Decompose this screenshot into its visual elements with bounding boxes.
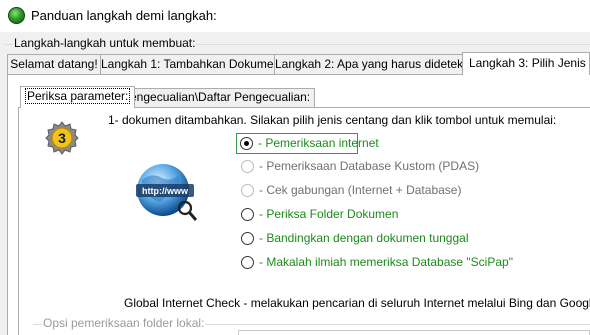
option-label: - Bandingkan dengan dokumen tunggal — [259, 231, 469, 245]
option-label: - Cek gabungan (Internet + Database) — [259, 183, 462, 197]
steps-group-label: Langkah-langkah untuk membuat: — [13, 36, 197, 50]
radio-button[interactable] — [241, 232, 254, 245]
radio-button — [241, 184, 254, 197]
tab-welcome[interactable]: Selamat datang! — [7, 54, 101, 74]
folder-options-group-label: Opsi pemeriksaan folder lokal: — [42, 316, 206, 330]
tab-step-3-check-type[interactable]: Langkah 3: Pilih Jenis Cek — [462, 52, 590, 75]
tab-label: Periksa parameter: — [25, 88, 131, 104]
tab-step-1-add-documents[interactable]: Langkah 1: Tambahkan Dokumen — [100, 54, 275, 74]
tab-label: Pengecualian\Daftar Pengecualian: — [122, 90, 311, 104]
tab-label: Selamat datang! — [10, 57, 98, 71]
title-bar: Panduan langkah demi langkah: — [0, 0, 590, 32]
check-description: Global Internet Check - melakukan pencar… — [124, 296, 590, 310]
radio-button — [241, 160, 254, 173]
app-globe-icon — [8, 7, 25, 24]
option-label: - Pemeriksaan Database Kustom (PDAS) — [259, 159, 480, 173]
internet-globe-icon: http://www — [136, 164, 198, 221]
folder-path-field — [238, 330, 590, 335]
step-number: 3 — [58, 130, 66, 146]
tab-label: Langkah 1: Tambahkan Dokumen — [101, 57, 275, 71]
radio-button[interactable] — [240, 137, 253, 150]
option-label: - Periksa Folder Dokumen — [259, 207, 399, 221]
tab-exclusions[interactable]: Pengecualian\Daftar Pengecualian: — [117, 88, 316, 107]
option-internet-check[interactable]: - Pemeriksaan internet — [236, 133, 379, 154]
tab-label: Langkah 2: Apa yang harus dideteksi — [275, 57, 463, 71]
globe-caption: http://www — [142, 186, 189, 196]
tab-check-parameters[interactable]: Periksa parameter: — [20, 86, 136, 108]
option-label: - Makalah ilmiah memeriksa Database "Sci… — [259, 255, 513, 269]
option-label: - Pemeriksaan internet — [258, 136, 379, 150]
tab-step-2-what-to-detect[interactable]: Langkah 2: Apa yang harus dideteksi — [274, 54, 463, 74]
step-3-icon: 3 — [45, 121, 79, 155]
tab-label: Langkah 3: Pilih Jenis Cek — [469, 56, 589, 70]
radio-button[interactable] — [241, 208, 254, 221]
window-title: Panduan langkah demi langkah: — [31, 8, 217, 23]
radio-button[interactable] — [241, 256, 254, 269]
instruction-text: 1- dokumen ditambahkan. Silakan pilih je… — [108, 113, 557, 127]
